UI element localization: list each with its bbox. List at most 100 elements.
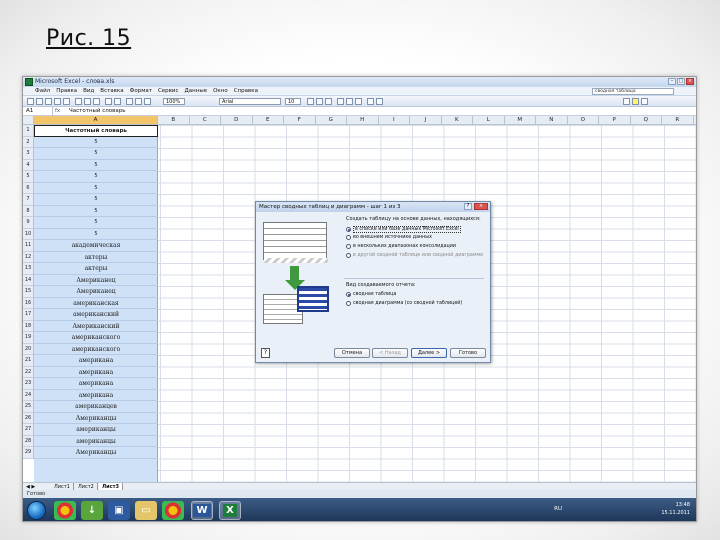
menu-edit[interactable]: Правка xyxy=(56,87,77,95)
row-header[interactable]: 11 xyxy=(23,240,34,252)
align-right-icon[interactable] xyxy=(355,98,362,105)
cell-a[interactable]: 5 xyxy=(34,217,158,229)
row-header[interactable]: 23 xyxy=(23,378,34,390)
column-header-k[interactable]: K xyxy=(441,116,473,125)
column-header-m[interactable]: M xyxy=(504,116,536,125)
row-header[interactable]: 22 xyxy=(23,366,34,378)
cell-a[interactable]: 5 xyxy=(34,148,158,160)
row-header[interactable]: 2 xyxy=(23,136,34,148)
print-icon[interactable] xyxy=(54,98,61,105)
new-icon[interactable] xyxy=(27,98,34,105)
cell-a[interactable]: 5 xyxy=(34,183,158,194)
cell-a[interactable]: американская xyxy=(34,298,158,309)
type-option-pivot-chart[interactable]: сводная диаграмма (со сводной таблицей) xyxy=(346,301,462,306)
menu-file[interactable]: Файл xyxy=(35,87,50,95)
cell-a[interactable]: Американский xyxy=(34,321,158,332)
column-header-q[interactable]: Q xyxy=(630,116,662,125)
paste-icon[interactable] xyxy=(93,98,100,105)
folder-icon[interactable]: ▭ xyxy=(135,501,157,520)
radio-dot[interactable] xyxy=(346,244,351,249)
menu-window[interactable]: Окно xyxy=(213,87,228,95)
cell-a[interactable]: американцев xyxy=(34,401,158,413)
sum-icon[interactable] xyxy=(126,98,133,105)
align-left-icon[interactable] xyxy=(337,98,344,105)
row-header[interactable]: 24 xyxy=(23,389,34,401)
row-header[interactable]: 3 xyxy=(23,148,34,160)
row-header[interactable]: 26 xyxy=(23,412,34,424)
row-header[interactable]: 14 xyxy=(23,274,34,286)
source-option-external[interactable]: во внешнем источнике данных xyxy=(346,235,432,240)
finish-button[interactable]: Готово xyxy=(450,348,486,358)
column-header-r[interactable]: R xyxy=(662,116,694,125)
row-header[interactable]: 25 xyxy=(23,401,34,413)
row-header[interactable]: 28 xyxy=(23,435,34,447)
cell-a[interactable]: американа xyxy=(34,390,158,401)
cell-a[interactable]: актеры xyxy=(34,263,158,275)
dialog-close-button[interactable]: × xyxy=(474,203,488,210)
column-header-n[interactable]: N xyxy=(536,116,568,125)
menu-insert[interactable]: Вставка xyxy=(100,87,123,95)
cell-a[interactable]: американцы xyxy=(34,436,158,447)
fill-color-icon[interactable] xyxy=(632,98,639,105)
align-center-icon[interactable] xyxy=(346,98,353,105)
cell-a[interactable]: американцы xyxy=(34,424,158,436)
cell-a[interactable]: Американец xyxy=(34,286,158,298)
italic-icon[interactable] xyxy=(316,98,323,105)
column-header-s[interactable]: S xyxy=(693,116,696,125)
row-header[interactable]: 20 xyxy=(23,343,34,355)
excel-icon[interactable]: X xyxy=(219,501,241,520)
cell-a[interactable]: американского xyxy=(34,344,158,355)
download-icon[interactable]: ↓ xyxy=(81,501,103,520)
row-header[interactable]: 9 xyxy=(23,217,34,229)
column-header-f[interactable]: F xyxy=(284,116,316,125)
maximize-button[interactable]: □ xyxy=(677,78,685,85)
source-option-excel-list[interactable]: в списке или базе данных Microsoft Excel xyxy=(346,226,461,233)
row-header[interactable]: 12 xyxy=(23,251,34,263)
currency-icon[interactable] xyxy=(367,98,374,105)
cell-a[interactable]: 5 xyxy=(34,160,158,171)
type-option-pivot-table[interactable]: сводная таблица xyxy=(346,292,396,297)
row-header[interactable]: 7 xyxy=(23,194,34,206)
cell-a[interactable]: актеры xyxy=(34,252,158,263)
cell-a[interactable]: 5 xyxy=(34,137,158,148)
column-header-b[interactable]: B xyxy=(158,116,190,125)
cell-a[interactable]: американский xyxy=(34,309,158,321)
cell-a1-header[interactable]: Частотный словарь xyxy=(34,125,158,137)
percent-icon[interactable] xyxy=(376,98,383,105)
column-header-i[interactable]: I xyxy=(378,116,410,125)
sort-icon[interactable] xyxy=(135,98,142,105)
cell-a[interactable]: 5 xyxy=(34,171,158,183)
column-header-e[interactable]: E xyxy=(252,116,284,125)
menu-data[interactable]: Данные xyxy=(185,87,208,95)
row-header[interactable]: 10 xyxy=(23,228,34,240)
minimize-button[interactable]: – xyxy=(668,78,676,85)
radio-dot[interactable] xyxy=(346,227,351,232)
cell-a[interactable]: американа xyxy=(34,355,158,367)
chrome-icon-2[interactable] xyxy=(162,501,184,520)
system-clock[interactable]: 13:48 15.11.2011 xyxy=(661,501,690,517)
row-header[interactable]: 1 xyxy=(23,125,34,137)
row-header[interactable]: 18 xyxy=(23,320,34,332)
row-header[interactable]: 29 xyxy=(23,447,34,459)
cell-a[interactable]: Американцы xyxy=(34,447,158,459)
help-search-input[interactable]: сводная таблица xyxy=(592,88,674,95)
column-header-l[interactable]: L xyxy=(473,116,505,125)
cell-a[interactable]: американа xyxy=(34,378,158,390)
bold-icon[interactable] xyxy=(307,98,314,105)
underline-icon[interactable] xyxy=(325,98,332,105)
start-button[interactable] xyxy=(27,501,46,520)
undo-icon[interactable] xyxy=(105,98,112,105)
cell-a[interactable]: академическая xyxy=(34,240,158,252)
cell-a[interactable]: американского xyxy=(34,332,158,344)
redo-icon[interactable] xyxy=(114,98,121,105)
cancel-button[interactable]: Отмена xyxy=(334,348,370,358)
font-size-select[interactable]: 10 xyxy=(285,98,301,105)
select-all-corner[interactable] xyxy=(23,116,34,125)
zoom-select[interactable]: 100% xyxy=(163,98,185,105)
row-header[interactable]: 27 xyxy=(23,424,34,436)
save-disk-icon[interactable]: ▣ xyxy=(108,501,130,520)
row-header[interactable]: 6 xyxy=(23,182,34,194)
chart-icon[interactable] xyxy=(144,98,151,105)
radio-dot[interactable] xyxy=(346,301,351,306)
radio-dot[interactable] xyxy=(346,235,351,240)
